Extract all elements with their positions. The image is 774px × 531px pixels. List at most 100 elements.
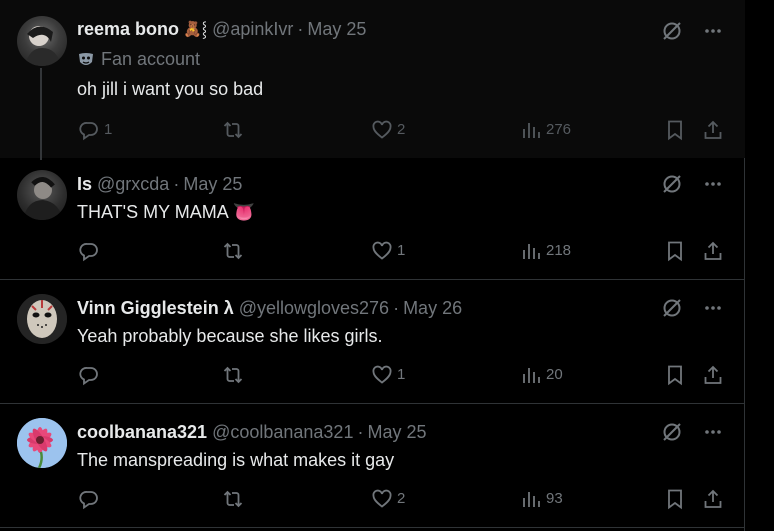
analytics-icon <box>523 244 540 259</box>
bookmark-button[interactable] <box>664 119 686 141</box>
thread-line <box>40 68 42 160</box>
share-button[interactable] <box>702 488 724 510</box>
retweet-button[interactable] <box>222 364 244 386</box>
heart-icon <box>372 489 392 508</box>
author-name[interactable]: reema bono <box>77 19 179 40</box>
share-icon <box>704 120 722 139</box>
tweet-text: THAT'S MY MAMA 👅 <box>77 202 256 222</box>
like-button[interactable]: 2 <box>371 488 405 510</box>
more-icon[interactable] <box>703 298 723 318</box>
view-count: 276 <box>546 121 572 138</box>
like-button[interactable]: 1 <box>371 240 405 262</box>
bookmark-button[interactable] <box>664 240 686 262</box>
share-button[interactable] <box>702 119 724 141</box>
bookmark-icon <box>668 241 682 262</box>
tweet-date[interactable]: May 25 <box>307 19 366 40</box>
tweet-actions: 1 20 <box>78 364 724 388</box>
more-icon[interactable] <box>703 21 723 41</box>
tweet-text: The manspreading is what makes it gay <box>77 450 395 470</box>
avatar-image <box>25 26 61 66</box>
avatar-image <box>17 294 67 344</box>
name-emoji-badges: 🧸⸾ <box>183 21 208 38</box>
reply-icon <box>79 367 98 386</box>
tweet-actions: 1 218 <box>78 240 724 264</box>
tweet[interactable]: Is @grxcda · May 25 THAT'S MY MAMA 👅 1 2… <box>0 158 745 280</box>
tweet-date[interactable]: May 25 <box>183 174 242 195</box>
avatar[interactable] <box>17 294 67 344</box>
retweet-icon <box>223 121 243 139</box>
bookmark-icon <box>668 365 682 386</box>
separator-dot: · <box>393 297 400 318</box>
tweet-text: Yeah probably because she likes girls. <box>77 326 383 346</box>
tweet[interactable]: reema bono 🧸⸾ @apinkIvr · May 25 Fan acc… <box>0 0 745 160</box>
more-icon[interactable] <box>703 422 723 442</box>
separator-dot: · <box>173 173 180 194</box>
author-handle[interactable]: @apinkIvr <box>212 19 293 40</box>
tweet[interactable]: Vinn Gigglestein λ @yellowgloves276 · Ma… <box>0 280 745 404</box>
author-handle[interactable]: @grxcda <box>97 174 169 195</box>
tweet-date[interactable]: May 26 <box>403 298 462 319</box>
more-icon[interactable] <box>703 174 723 194</box>
retweet-button[interactable] <box>222 119 244 141</box>
share-icon <box>704 365 722 384</box>
bookmark-icon <box>668 489 682 510</box>
view-count: 20 <box>546 366 563 383</box>
grok-icon[interactable] <box>661 421 683 443</box>
retweet-icon <box>223 490 243 508</box>
heart-icon <box>372 120 392 139</box>
mask-icon <box>79 52 93 65</box>
avatar-image <box>23 177 63 220</box>
reply-feed: reema bono 🧸⸾ @apinkIvr · May 25 Fan acc… <box>0 0 745 531</box>
fan-account-label: Fan account <box>77 49 200 70</box>
avatar-image <box>17 418 67 468</box>
grok-icon[interactable] <box>661 20 683 42</box>
like-count: 1 <box>397 242 406 259</box>
share-icon <box>704 241 722 260</box>
tweet-date[interactable]: May 25 <box>367 422 426 443</box>
reply-button[interactable] <box>78 364 104 386</box>
reply-icon <box>79 243 98 262</box>
reply-button[interactable]: 1 <box>78 119 112 141</box>
author-handle[interactable]: @coolbanana321 <box>212 422 353 443</box>
avatar[interactable] <box>17 170 67 220</box>
reply-button[interactable] <box>78 488 104 510</box>
like-count: 2 <box>397 490 406 507</box>
author-handle[interactable]: @yellowgloves276 <box>239 298 389 319</box>
share-button[interactable] <box>702 364 724 386</box>
views-button[interactable]: 218 <box>520 240 571 262</box>
tweet-actions: 1 2 276 <box>78 119 724 143</box>
tweet[interactable]: coolbanana321 @coolbanana321 · May 25 Th… <box>0 404 745 528</box>
views-button[interactable]: 276 <box>520 119 571 141</box>
share-icon <box>704 489 722 508</box>
like-button[interactable]: 1 <box>371 364 405 386</box>
separator-dot: · <box>297 18 304 39</box>
reply-icon <box>79 491 98 510</box>
grok-icon[interactable] <box>661 297 683 319</box>
view-count: 93 <box>546 490 563 507</box>
tweet-actions: 2 93 <box>78 488 724 512</box>
retweet-button[interactable] <box>222 488 244 510</box>
grok-icon[interactable] <box>661 173 683 195</box>
avatar[interactable] <box>17 16 67 66</box>
retweet-button[interactable] <box>222 240 244 262</box>
author-name[interactable]: Vinn Gigglestein λ <box>77 298 234 319</box>
fan-account-text: Fan account <box>101 49 201 69</box>
bookmark-icon <box>668 120 682 141</box>
analytics-icon <box>523 368 540 383</box>
view-count: 218 <box>546 242 572 259</box>
author-name[interactable]: coolbanana321 <box>77 422 207 443</box>
like-button[interactable]: 2 <box>371 119 405 141</box>
reply-button[interactable] <box>78 240 104 262</box>
tweet-text: oh jill i want you so bad <box>77 79 264 99</box>
author-name[interactable]: Is <box>77 174 92 195</box>
bookmark-button[interactable] <box>664 364 686 386</box>
views-button[interactable]: 93 <box>520 488 563 510</box>
analytics-icon <box>523 123 540 138</box>
avatar[interactable] <box>17 418 67 468</box>
views-button[interactable]: 20 <box>520 364 563 386</box>
heart-icon <box>372 241 392 260</box>
retweet-icon <box>223 242 243 260</box>
bookmark-button[interactable] <box>664 488 686 510</box>
reply-count: 1 <box>104 121 113 138</box>
share-button[interactable] <box>702 240 724 262</box>
